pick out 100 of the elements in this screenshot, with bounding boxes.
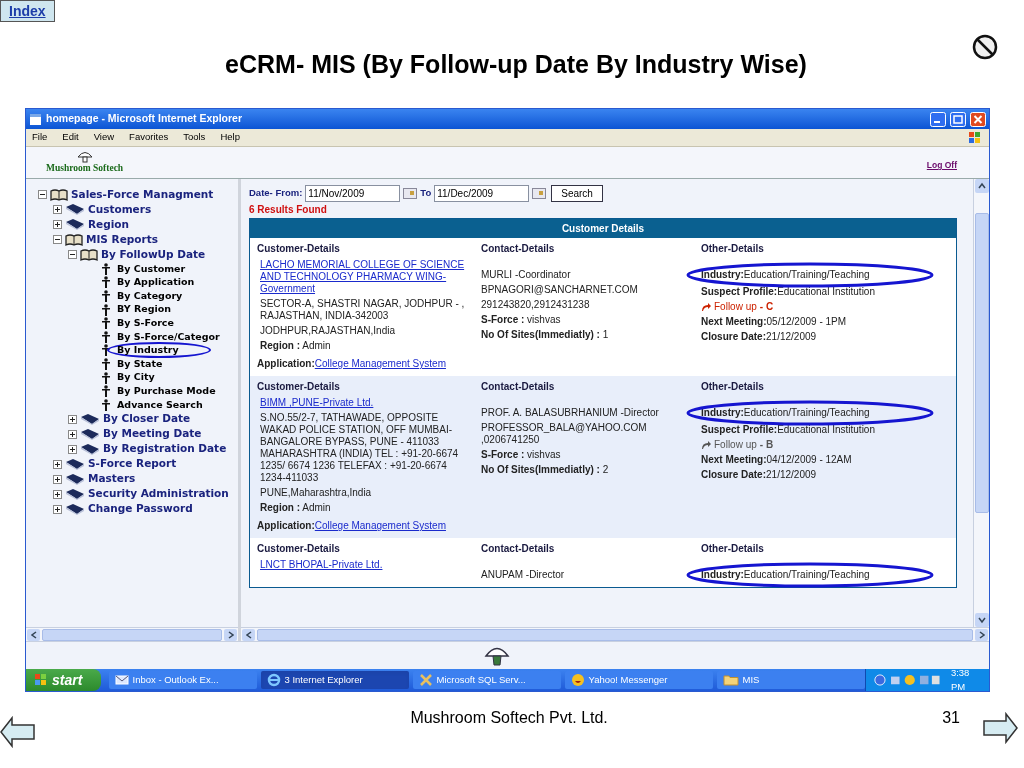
minimize-icon[interactable] [930, 111, 946, 127]
tree-item[interactable]: S-Force Report [88, 456, 177, 472]
taskbar-button[interactable]: MIS [716, 671, 865, 689]
suspect-profile: Suspect Profile:Educational Institution [701, 424, 876, 436]
follow-up-grade: - C [759, 301, 774, 313]
tree-item[interactable]: Sales-Force Managment [71, 186, 214, 203]
book-icon [65, 487, 85, 501]
forward-arrow-icon[interactable] [982, 710, 1018, 746]
vertical-scrollbar[interactable] [973, 179, 989, 627]
index-button[interactable]: Index [0, 0, 55, 22]
column-heading: Customer-Details [257, 242, 341, 256]
taskbar-button[interactable]: Yahoo! Messenger [564, 671, 713, 689]
person-icon [101, 385, 111, 398]
back-arrow-icon[interactable] [0, 714, 36, 750]
page-number: 31 [942, 708, 960, 728]
person-icon [101, 303, 111, 316]
tree-item[interactable]: By Category [117, 288, 183, 304]
book-icon [80, 427, 100, 441]
menu-item[interactable]: Tools [183, 130, 206, 145]
tree-item[interactable]: BY Region [117, 302, 171, 317]
customer-link[interactable]: LACHO MEMORIAL COLLEGE OF SCIENCE AND TECHNOLOGY PHARMACY WING-Government [257, 259, 479, 295]
follow-up-link[interactable]: Follow up [714, 301, 757, 313]
taskbar-button[interactable]: Microsoft SQL Serv... [412, 671, 561, 689]
book-icon [80, 442, 100, 456]
menu-item[interactable]: View [93, 130, 115, 145]
table-header: Customer Details [250, 219, 956, 238]
clock: 3:38 PM [950, 665, 971, 694]
menu-item[interactable]: Edit [62, 130, 79, 145]
menu-item[interactable]: Favorites [129, 130, 169, 145]
tree-item[interactable]: Change Password [88, 501, 193, 517]
expand-icon[interactable] [53, 220, 62, 229]
taskbar-button[interactable]: Inbox - Outlook Ex... [108, 671, 257, 689]
tree-item[interactable]: Region [88, 216, 129, 233]
start-button[interactable]: start [26, 669, 101, 691]
logoff-link[interactable]: Log Off [926, 159, 957, 172]
expand-icon[interactable] [68, 414, 77, 424]
customer-link[interactable]: BIMM ,PUNE-Private Ltd. [257, 397, 479, 409]
windows-logo-icon [967, 131, 983, 144]
expand-icon[interactable] [68, 429, 77, 439]
search-button[interactable]: Search [551, 184, 603, 202]
date-to-field[interactable]: 11/Dec/2009 [434, 184, 530, 202]
tree-item[interactable]: By Purchase Mode [117, 384, 216, 399]
horizontal-scrollbar[interactable] [26, 627, 238, 641]
column-heading: Customer-Details [257, 542, 341, 556]
next-meeting: Next Meeting:05/12/2009 - 1PM [701, 316, 848, 328]
application-label: Application: [257, 358, 315, 370]
collapse-icon[interactable] [38, 190, 47, 199]
follow-up-grade: - B [759, 439, 774, 451]
application-link[interactable]: College Management System [314, 358, 446, 370]
tree-item[interactable]: By State [117, 356, 163, 372]
collapse-icon[interactable] [53, 235, 62, 244]
expand-icon[interactable] [53, 504, 62, 514]
tree-item[interactable]: By Closer Date [103, 411, 191, 427]
person-icon [101, 290, 111, 302]
customer-city: JODHPUR,RAJASTHAN,India [259, 325, 397, 337]
collapse-icon[interactable] [68, 250, 77, 259]
slide-title: eCRM- MIS (By Follow-up Date By Industry Wise) [224, 49, 808, 80]
person-icon [101, 344, 111, 357]
customer-link[interactable]: LNCT BHOPAL-Private Ltd. [257, 559, 479, 571]
contact-line: ANUPAM -Director [481, 569, 566, 581]
tree-item[interactable]: Customers [88, 201, 152, 218]
folder-icon [722, 674, 739, 686]
person-icon [101, 262, 111, 275]
results-count: 6 Results Found [249, 203, 328, 217]
tree-item[interactable]: By City [117, 370, 155, 385]
application-link[interactable]: College Management System [314, 520, 446, 532]
tree-item[interactable]: By Meeting Date [103, 426, 202, 442]
expand-icon[interactable] [53, 459, 62, 469]
customer-address: SECTOR-A, SHASTRI NAGAR, JODHPUR - , RAJASTHAN, INDIA-342003 [259, 298, 466, 322]
calendar-icon[interactable] [403, 187, 418, 199]
tree-item[interactable]: By S-Force/Categor [117, 329, 220, 344]
tree-item[interactable]: Masters [88, 471, 136, 487]
expand-icon[interactable] [53, 205, 62, 214]
date-from-field[interactable]: 11/Nov/2009 [305, 184, 401, 202]
close-icon[interactable] [970, 111, 986, 127]
expand-icon[interactable] [53, 474, 62, 484]
person-icon [101, 371, 111, 384]
expand-icon[interactable] [68, 444, 77, 454]
tree-item[interactable]: Advance Search [117, 397, 203, 412]
person-icon [101, 398, 111, 411]
book-icon [65, 502, 85, 516]
brand-name: Mushroom Softech [46, 163, 124, 174]
tree-item[interactable]: By FollowUp Date [101, 246, 206, 263]
menu-item[interactable]: File [32, 130, 48, 145]
tree-item[interactable]: By Registration Date [103, 441, 227, 457]
tree-item[interactable]: By Customer [117, 261, 186, 276]
tree-item[interactable]: By Application [117, 275, 195, 290]
book-icon [65, 457, 85, 471]
tree-item[interactable]: Security Administration [88, 486, 229, 502]
tree-item[interactable]: By S-Force [117, 316, 174, 331]
horizontal-scrollbar[interactable] [241, 627, 989, 641]
menu-item[interactable]: Help [220, 130, 240, 145]
taskbar-button[interactable]: 3 Internet Explorer [260, 671, 409, 689]
expand-icon[interactable] [53, 489, 62, 499]
maximize-icon[interactable] [950, 111, 966, 127]
tree-item[interactable]: By Industry [117, 343, 179, 358]
calendar-icon[interactable] [532, 187, 547, 199]
tree-item[interactable]: MIS Reports [86, 231, 158, 248]
follow-up-link[interactable]: Follow up [714, 439, 757, 451]
person-icon [101, 330, 111, 343]
